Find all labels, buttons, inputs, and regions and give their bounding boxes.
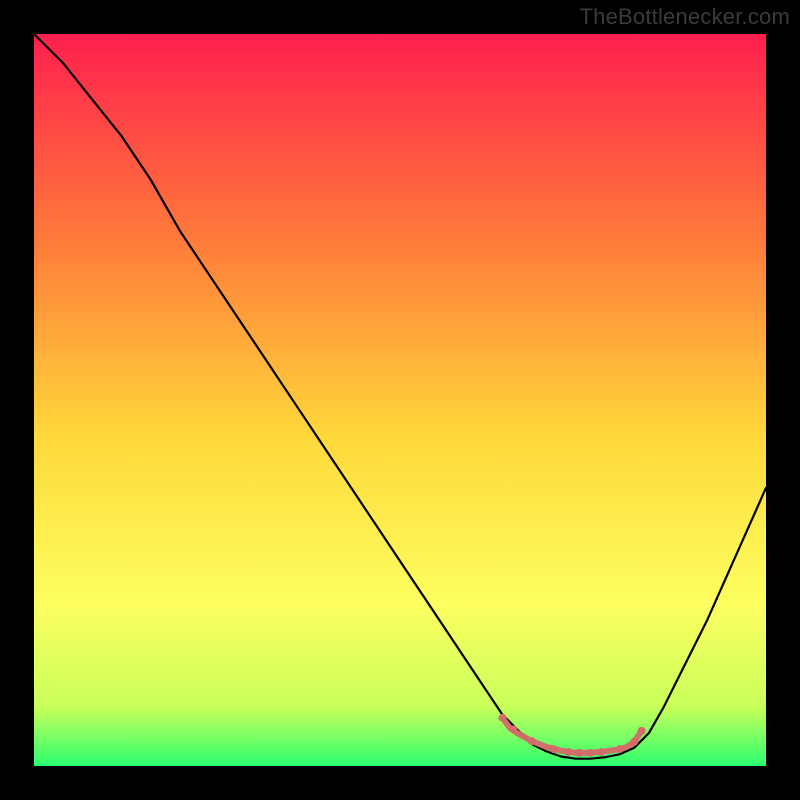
watermark-text: TheBottlenecker.com: [580, 4, 790, 30]
optimal-range-dot: [528, 737, 536, 745]
chart-container: TheBottlenecker.com: [0, 0, 800, 800]
optimal-range-dot: [564, 748, 572, 756]
optimal-range-dot: [498, 714, 506, 722]
optimal-range-dot: [638, 727, 646, 735]
plot-area: [34, 34, 766, 766]
optimal-range-dot: [630, 738, 638, 746]
optimal-range-dot: [586, 749, 594, 757]
chart-svg: [34, 34, 766, 766]
optimal-range-dot: [597, 748, 605, 756]
optimal-range-dot: [509, 725, 517, 733]
optimal-range-dot: [550, 745, 558, 753]
chart-background: [34, 34, 766, 766]
optimal-range-dot: [575, 749, 583, 757]
optimal-range-dot: [616, 745, 624, 753]
